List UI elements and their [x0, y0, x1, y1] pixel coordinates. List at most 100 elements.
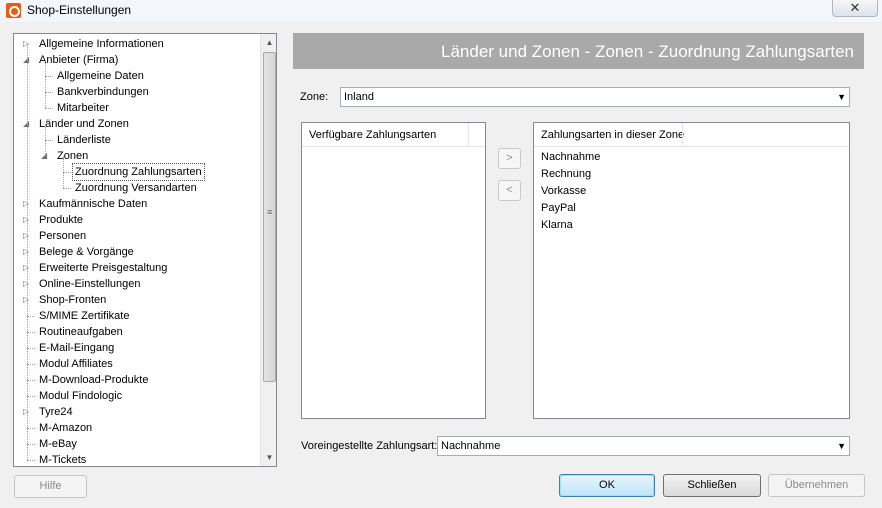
tree-item-label: Kaufmännische Daten: [39, 198, 148, 210]
apply-button[interactable]: Übernehmen: [768, 474, 865, 497]
tree-item-label: M-eBay: [39, 438, 77, 450]
triangle-down-icon[interactable]: ◢: [23, 116, 33, 132]
tree-item[interactable]: ▷ Erweiterte Preisgestaltung: [14, 260, 260, 276]
tree-item[interactable]: M-eBay: [14, 436, 260, 452]
list-item[interactable]: Nachnahme: [534, 149, 849, 166]
triangle-right-icon[interactable]: ▷: [23, 276, 33, 292]
tree-item-label: Belege & Vorgänge: [39, 246, 134, 258]
help-button[interactable]: Hilfe: [14, 475, 87, 498]
triangle-right-icon[interactable]: ▷: [23, 404, 33, 420]
tree-item-label: Online-Einstellungen: [39, 278, 141, 290]
zone-select-value: Inland: [344, 91, 374, 103]
tree-item[interactable]: S/MIME Zertifikate: [14, 308, 260, 324]
tree-item[interactable]: M-Amazon: [14, 420, 260, 436]
ok-button[interactable]: OK: [559, 474, 655, 497]
tree-item[interactable]: M-Tickets: [14, 452, 260, 466]
tree-scrollbar[interactable]: ▲ ≡ ▼: [260, 34, 276, 466]
tree-connector: [27, 428, 35, 429]
triangle-right-icon[interactable]: ▷: [23, 244, 33, 260]
tree-item-label: M-Amazon: [39, 422, 93, 434]
tree-item[interactable]: ▷ Tyre24: [14, 404, 260, 420]
tree-item-label: Routineaufgaben: [39, 326, 123, 338]
list-item[interactable]: Klarna: [534, 217, 849, 234]
scrollbar-thumb[interactable]: ≡: [263, 52, 276, 382]
tree-item[interactable]: Modul Affiliates: [14, 356, 260, 372]
tree-connector: [45, 108, 53, 109]
tree-item-label: Bankverbindungen: [57, 86, 149, 98]
zone-list-body: Nachnahme Rechnung Vorkasse PayPal Klarna: [534, 149, 849, 234]
tree-item[interactable]: M-Download-Produkte: [14, 372, 260, 388]
tree-connector: [27, 444, 35, 445]
triangle-down-icon[interactable]: ◢: [23, 52, 33, 68]
remove-payment-button[interactable]: <: [498, 180, 521, 201]
tree-item[interactable]: Routineaufgaben: [14, 324, 260, 340]
tree-item[interactable]: Bankverbindungen: [14, 84, 260, 100]
tree-connector: [45, 124, 46, 156]
column-divider[interactable]: [468, 123, 469, 147]
tree-item[interactable]: ▷ Kaufmännische Daten: [14, 196, 260, 212]
triangle-right-icon[interactable]: ▷: [23, 36, 33, 52]
tree-connector: [27, 348, 35, 349]
tree-item[interactable]: ▷ Online-Einstellungen: [14, 276, 260, 292]
triangle-right-icon[interactable]: ▷: [23, 292, 33, 308]
tree-item-label: Allgemeine Daten: [57, 70, 144, 82]
tree-item-label: Länderliste: [57, 134, 111, 146]
tree-item-label: Zuordnung Versandarten: [75, 182, 197, 194]
tree-item[interactable]: ◢ Zonen: [14, 148, 260, 164]
tree-item[interactable]: ◢ Länder und Zonen: [14, 116, 260, 132]
chevron-down-icon[interactable]: ▼: [837, 88, 846, 106]
tree-item-label: Modul Affiliates: [39, 358, 113, 370]
tree-item-label: M-Download-Produkte: [39, 374, 149, 386]
chevron-down-icon[interactable]: ▼: [837, 437, 846, 455]
triangle-right-icon[interactable]: ▷: [23, 260, 33, 276]
triangle-right-icon[interactable]: ▷: [23, 228, 33, 244]
tree-item[interactable]: Zuordnung Versandarten: [14, 180, 260, 196]
window-close-button[interactable]: ✕: [832, 0, 878, 17]
tree-item[interactable]: Länderliste: [14, 132, 260, 148]
zone-payments-list[interactable]: Zahlungsarten in dieser Zone Nachnahme Re…: [533, 122, 850, 419]
tree-item[interactable]: Allgemeine Daten: [14, 68, 260, 84]
tree-connector: [45, 92, 53, 93]
list-item[interactable]: PayPal: [534, 200, 849, 217]
app-logo-icon: [6, 3, 21, 18]
default-payment-select[interactable]: Nachnahme ▼: [437, 436, 850, 456]
tree-item-label: S/MIME Zertifikate: [39, 310, 130, 322]
column-divider[interactable]: [682, 123, 683, 147]
tree-item-label: Zuordnung Zahlungsarten: [72, 163, 205, 181]
zone-select[interactable]: Inland ▼: [340, 87, 850, 107]
default-payment-value: Nachnahme: [441, 440, 501, 452]
tree-item[interactable]: Mitarbeiter: [14, 100, 260, 116]
tree-item[interactable]: ▷ Shop-Fronten: [14, 292, 260, 308]
tree-item[interactable]: E-Mail-Eingang: [14, 340, 260, 356]
close-dialog-button[interactable]: Schließen: [663, 474, 761, 497]
triangle-right-icon[interactable]: ▷: [23, 196, 33, 212]
tree-connector: [27, 332, 35, 333]
add-payment-button[interactable]: >: [498, 148, 521, 169]
tree-connector: [27, 396, 35, 397]
tree-connector: [27, 44, 28, 460]
tree-item[interactable]: ▷ Belege & Vorgänge: [14, 244, 260, 260]
tree-item[interactable]: ▷ Personen: [14, 228, 260, 244]
tree-connector: [27, 364, 35, 365]
tree-item-label: Anbieter (Firma): [39, 54, 119, 66]
window-titlebar: Shop-Einstellungen ✕: [0, 0, 882, 22]
tree-item[interactable]: ▷ Allgemeine Informationen: [14, 36, 260, 52]
tree-connector: [27, 380, 35, 381]
list-item[interactable]: Vorkasse: [534, 183, 849, 200]
tree-item-label: Zonen: [57, 150, 89, 162]
tree-item[interactable]: ▷ Produkte: [14, 212, 260, 228]
tree-item[interactable]: Zuordnung Zahlungsarten: [14, 163, 260, 181]
triangle-down-icon[interactable]: ◢: [41, 148, 51, 164]
scrollbar-grip-icon: ≡: [267, 207, 273, 217]
tree-item-label: Mitarbeiter: [57, 102, 109, 114]
tree-item[interactable]: ◢ Anbieter (Firma): [14, 52, 260, 68]
tree-items: ▷ Allgemeine Informationen ◢ Anbieter (Firm…: [14, 36, 260, 466]
triangle-right-icon[interactable]: ▷: [23, 212, 33, 228]
available-list-header: Verfügbare Zahlungsarten: [302, 123, 485, 147]
tree-item[interactable]: Modul Findologic: [14, 388, 260, 404]
available-payments-list[interactable]: Verfügbare Zahlungsarten: [301, 122, 486, 419]
scroll-up-arrow-icon[interactable]: ▲: [261, 34, 276, 51]
scroll-down-arrow-icon[interactable]: ▼: [261, 449, 276, 466]
list-item[interactable]: Rechnung: [534, 166, 849, 183]
tree-item-label: Länder und Zonen: [39, 118, 129, 130]
